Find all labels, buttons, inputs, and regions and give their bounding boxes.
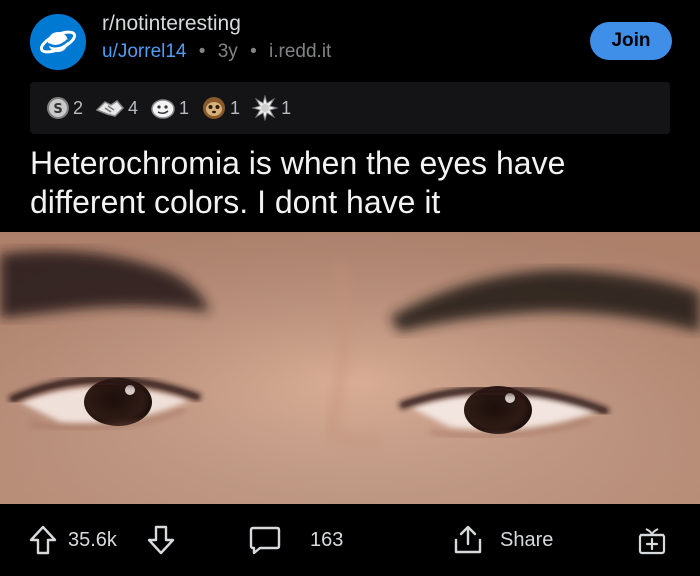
award-count: 1 [230,97,241,118]
post-header: r/notinteresting u/Jorrel14 • 3y • i.red… [0,0,700,80]
comments-button[interactable] [248,522,282,558]
post-meta: u/Jorrel14 • 3y • i.redd.it [102,41,331,63]
post-image[interactable] [0,232,700,504]
award-count: 1 [281,97,292,118]
face-award-icon [151,99,175,119]
author-link[interactable]: u/Jorrel14 [102,41,187,62]
svg-text:S: S [53,102,62,117]
comment-bubble-icon [249,526,281,555]
share-icon [454,525,482,554]
post-title[interactable]: Heterochromia is when the eyes have diff… [30,144,680,222]
meta-separator: • [250,41,257,62]
post-domain[interactable]: i.redd.it [269,41,331,62]
award-button[interactable] [636,522,668,558]
share-label: Share [500,528,554,551]
post-action-bar: 35.6k 163 Share [0,504,700,576]
silver-award-icon: S [47,97,69,119]
award-item[interactable]: S 2 [46,96,83,120]
awards-bar[interactable]: S 2 4 1 1 1 [30,82,670,134]
award-count: 1 [179,97,190,118]
burst-award-icon [252,95,279,121]
gift-icon [638,528,666,555]
meta-separator: • [198,41,206,62]
post-age: 3y [217,41,238,62]
award-item[interactable]: 1 [252,95,291,121]
award-item[interactable]: 1 [150,96,189,120]
award-item[interactable]: 1 [201,95,240,121]
join-button[interactable]: Join [590,22,672,60]
downvote-button[interactable] [146,522,176,558]
comment-count: 163 [310,528,344,551]
share-button[interactable]: Share [450,522,553,558]
arrow-up-icon [29,525,57,555]
award-count: 2 [73,97,84,118]
subreddit-planet-icon[interactable] [30,14,86,70]
award-count: 4 [128,97,139,118]
subreddit-name[interactable]: r/notinteresting [102,12,241,36]
handshake-award-icon [95,100,125,117]
award-item[interactable]: 4 [95,96,138,120]
sloth-award-icon [203,97,226,119]
vote-count: 35.6k [68,528,117,551]
arrow-down-icon [147,525,175,555]
upvote-button[interactable] [28,522,58,558]
